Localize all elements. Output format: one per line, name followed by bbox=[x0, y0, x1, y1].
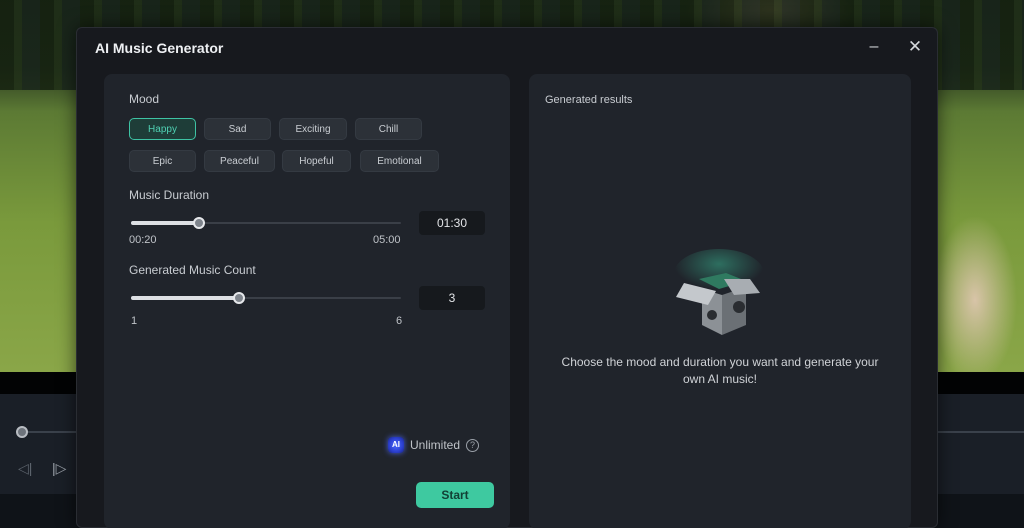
next-frame-icon[interactable]: |▷ bbox=[52, 460, 66, 477]
help-icon[interactable]: ? bbox=[466, 438, 480, 452]
music-duration-label: Music Duration bbox=[129, 188, 210, 202]
settings-panel: Mood Happy Sad Exciting Chill Epic Peace… bbox=[104, 74, 510, 528]
mood-chip-exciting[interactable]: Exciting bbox=[279, 118, 347, 140]
mood-chip-sad[interactable]: Sad bbox=[204, 118, 271, 140]
slider-thumb[interactable] bbox=[192, 217, 205, 229]
slider-thumb[interactable] bbox=[233, 292, 245, 304]
minimize-icon: – bbox=[869, 38, 879, 55]
ai-badge-icon: AI bbox=[388, 437, 404, 453]
mood-chip-chill[interactable]: Chill bbox=[355, 118, 422, 140]
quota-text: Unlimited bbox=[410, 438, 461, 452]
empty-state-message: Choose the mood and duration you want an… bbox=[561, 355, 879, 386]
mood-chip-hopeful[interactable]: Hopeful bbox=[282, 150, 351, 172]
previous-frame-icon[interactable]: ◁| bbox=[18, 460, 32, 477]
results-panel: Generated results Choose the mood and du… bbox=[529, 74, 911, 528]
mood-chip-peaceful[interactable]: Peaceful bbox=[204, 150, 275, 172]
empty-box-icon bbox=[674, 249, 764, 335]
duration-min-label: 00:20 bbox=[129, 234, 157, 246]
results-label: Generated results bbox=[545, 94, 633, 106]
mood-chip-happy[interactable]: Happy bbox=[129, 118, 196, 140]
slider-fill bbox=[131, 296, 239, 300]
timeline-scrubber-handle[interactable] bbox=[16, 426, 28, 438]
duration-max-label: 05:00 bbox=[373, 234, 401, 246]
dialog-title: AI Music Generator bbox=[95, 40, 224, 56]
count-value-input[interactable]: 3 bbox=[419, 286, 485, 310]
count-min-label: 1 bbox=[131, 315, 138, 327]
duration-value-input[interactable]: 01:30 bbox=[419, 211, 485, 235]
quota-indicator: AI Unlimited ? bbox=[388, 437, 480, 453]
close-icon: ✕ bbox=[907, 37, 923, 56]
mood-chip-epic[interactable]: Epic bbox=[129, 150, 196, 172]
app-stage: ◁| |▷ AI Music Generator – ✕ Mood Happy … bbox=[0, 0, 1024, 528]
music-count-label: Generated Music Count bbox=[129, 263, 256, 277]
count-max-label: 6 bbox=[396, 315, 403, 327]
close-button[interactable]: ✕ bbox=[903, 36, 927, 58]
music-count-slider[interactable] bbox=[131, 291, 401, 305]
minimize-button[interactable]: – bbox=[862, 36, 886, 58]
start-button[interactable]: Start bbox=[416, 482, 494, 508]
mood-chip-emotional[interactable]: Emotional bbox=[360, 150, 439, 172]
music-duration-slider[interactable] bbox=[131, 216, 401, 230]
ai-music-generator-dialog: AI Music Generator – ✕ Mood Happy Sad Ex… bbox=[76, 27, 938, 528]
mood-label: Mood bbox=[129, 92, 160, 106]
slider-fill bbox=[131, 221, 199, 225]
